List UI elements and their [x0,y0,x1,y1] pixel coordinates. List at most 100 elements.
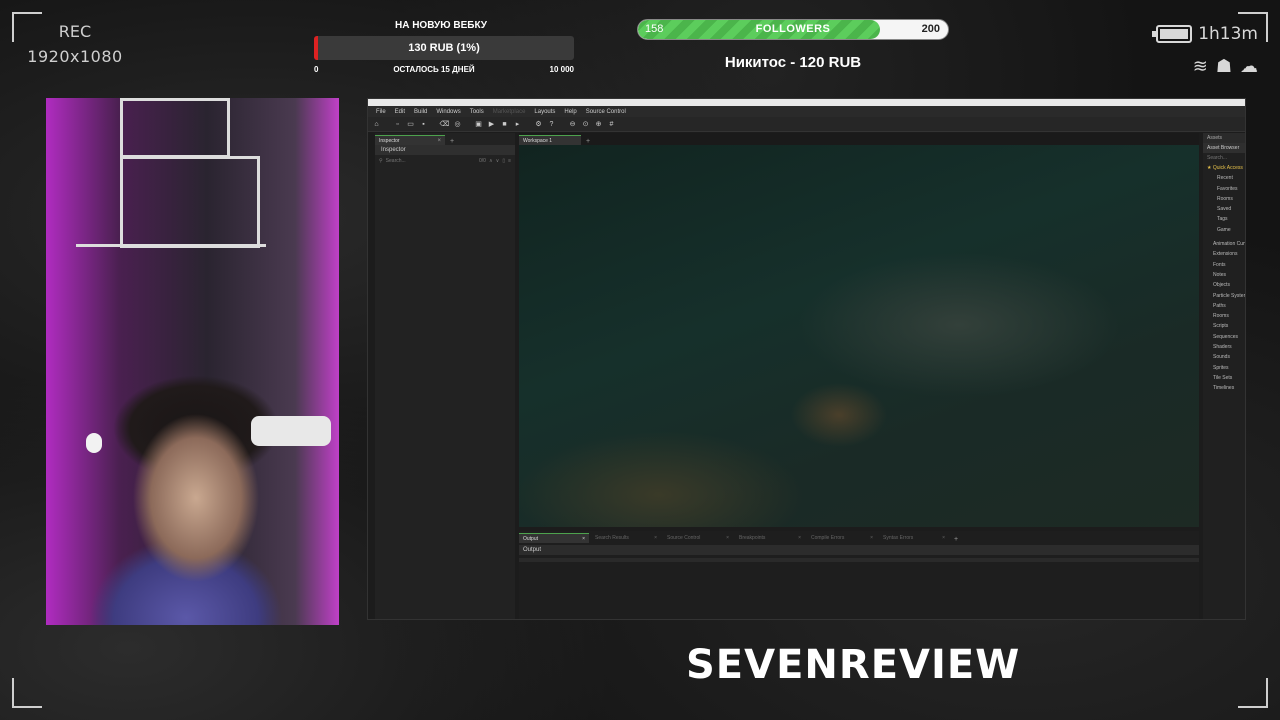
workspace-panel: Workspace 1 + [519,133,1199,527]
asset-group[interactable]: Scripts [1203,321,1245,331]
asset-group[interactable]: Particle Systems [1203,291,1245,301]
menu-bar: File Edit Build Windows Tools Marketplac… [368,106,1245,117]
tab-search-results[interactable]: Search Results × [591,533,661,543]
tab-output[interactable]: Output × [519,533,589,543]
menu-windows[interactable]: Windows [436,109,460,115]
followers-label: FOLLOWERS [755,23,831,35]
output-header: Output [519,545,1199,555]
menu-file[interactable]: File [376,109,386,115]
webcam-shelf [120,98,230,158]
asset-group[interactable]: Sequences [1203,332,1245,342]
quick-access-tags[interactable]: Tags [1203,214,1245,224]
tab-source-control[interactable]: Source Control × [663,533,733,543]
help-icon[interactable]: ? [547,120,556,129]
menu-help[interactable]: Help [564,109,576,115]
tab-workspace-1[interactable]: Workspace 1 [519,135,581,145]
lock-icon[interactable]: ▯ [502,158,505,164]
last-donation: Никитос - 120 RUB [724,54,862,71]
add-tab-icon[interactable]: + [583,138,593,145]
quick-access-game[interactable]: Game [1203,225,1245,235]
close-icon[interactable]: × [798,533,801,543]
tab-workspace-label: Workspace 1 [523,137,553,144]
asset-group[interactable]: Sprites [1203,363,1245,373]
close-icon[interactable]: × [437,136,441,146]
save-icon[interactable]: ▪ [419,120,428,129]
open-icon[interactable]: ▭ [406,120,415,129]
goal-target: 10 000 [549,65,574,74]
battery-row: 1h13m [1128,24,1258,44]
zoom-out-icon[interactable]: ⊖ [568,120,577,129]
window-titlebar[interactable] [368,99,1245,106]
asset-group[interactable]: Tile Sets [1203,373,1245,383]
asset-search-input[interactable]: Search... [1203,153,1245,163]
corner-bracket-bottom-right [1238,678,1268,708]
tab-compile-errors[interactable]: Compile Errors × [807,533,877,543]
quick-access-recent[interactable]: Recent [1203,173,1245,183]
clean-icon[interactable]: ⌫ [440,120,450,129]
new-icon[interactable]: ▫ [393,120,402,129]
play-icon[interactable]: ▶ [487,120,496,129]
close-icon[interactable]: × [942,533,945,543]
home-icon[interactable]: ⌂ [372,120,381,129]
asset-group[interactable]: Sounds [1203,352,1245,362]
resolution-label: 1920x1080 [27,47,123,66]
close-icon[interactable]: × [870,533,873,543]
chevron-down-icon[interactable]: ∨ [496,158,500,164]
close-icon[interactable]: × [654,533,657,543]
chevron-up-icon[interactable]: ∧ [489,158,493,164]
inspector-search[interactable]: ⚲ Search... 0/0 ∧ ∨ ▯ ≡ [375,155,515,167]
tab-breakpoints[interactable]: Breakpoints × [735,533,805,543]
add-tab-icon[interactable]: + [951,536,961,543]
workspace-canvas[interactable] [519,145,1199,527]
debug-icon[interactable]: ▸ [513,120,522,129]
cloud-icon: ☁ [1240,56,1258,76]
zoom-in-icon[interactable]: ⊕ [594,120,603,129]
menu-layouts[interactable]: Layouts [534,109,555,115]
close-icon[interactable]: × [582,534,585,543]
output-log[interactable] [519,558,1199,562]
zoom-reset-icon[interactable]: ⊙ [581,120,590,129]
quick-access-saved[interactable]: Saved [1203,204,1245,214]
add-tab-icon[interactable]: + [447,138,457,145]
webcam-shelf [120,156,260,248]
recording-indicator: REC 1920x1080 [20,22,130,66]
asset-group[interactable]: Timelines [1203,383,1245,393]
quick-access-rooms[interactable]: Rooms [1203,194,1245,204]
tab-inspector[interactable]: Inspector × [375,135,445,145]
channel-brand: SEVENREVIEW [686,642,1021,688]
search-icon: ⚲ [379,158,383,164]
goal-progress-bar: 130 RUB (1%) [314,36,574,60]
webcam-shelf [76,244,266,250]
goal-title: НА НОВУЮ ВЕБКУ [394,20,488,31]
output-tabs: Output × Search Results × Source Control × … [519,531,1199,543]
donation-goal: НА НОВУЮ ВЕБКУ 130 RUB (1%) 0 ОСТАЛОСЬ 1… [314,20,574,74]
gamemaker-window[interactable]: File Edit Build Windows Tools Marketplac… [367,98,1246,620]
asset-group[interactable]: Fonts [1203,260,1245,270]
target-icon[interactable]: ◎ [453,120,462,129]
menu-edit[interactable]: Edit [395,109,405,115]
asset-group[interactable]: Shaders [1203,342,1245,352]
quick-access-item[interactable]: ★ Quick Access [1203,163,1245,173]
grid-icon[interactable]: # [607,120,616,129]
earbud [86,433,102,453]
menu-tools[interactable]: Tools [470,109,484,115]
menu-source-control[interactable]: Source Control [586,109,626,115]
settings-icon[interactable]: ⚙ [534,120,543,129]
webcam-feed [46,98,339,625]
asset-group[interactable]: Extensions [1203,249,1245,259]
inspector-search-input[interactable]: Search... [386,158,476,164]
asset-group[interactable]: Paths [1203,301,1245,311]
close-icon[interactable]: × [726,533,729,543]
asset-group[interactable]: Rooms [1203,311,1245,321]
quick-access-favorites[interactable]: Favorites [1203,184,1245,194]
stop-icon[interactable]: ■ [500,120,509,129]
tab-syntax-errors[interactable]: Syntax Errors × [879,533,949,543]
asset-group[interactable]: Animation Curves [1203,239,1245,249]
menu-icon[interactable]: ≡ [508,158,511,164]
asset-group[interactable]: Notes [1203,270,1245,280]
tab-assets[interactable]: Assets [1203,133,1245,143]
build-icon[interactable]: ▣ [474,120,483,129]
asset-group[interactable]: Objects [1203,280,1245,290]
menu-marketplace[interactable]: Marketplace [493,109,526,115]
menu-build[interactable]: Build [414,109,427,115]
